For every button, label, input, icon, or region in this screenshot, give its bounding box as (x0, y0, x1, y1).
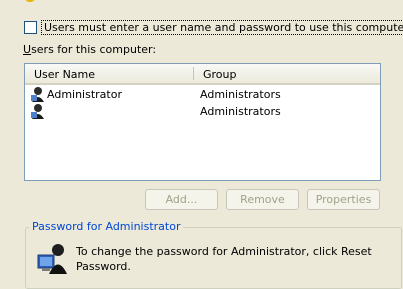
user-icon (31, 104, 44, 119)
users-label-accesskey: U (23, 43, 32, 56)
user-group: Administrators (200, 88, 281, 101)
user-group: Administrators (200, 105, 281, 118)
users-for-computer-label: Users for this computer: (23, 43, 156, 56)
properties-button[interactable]: Properties (307, 189, 380, 210)
add-button[interactable]: Add... (145, 189, 218, 210)
require-password-checkbox-row[interactable]: Users must enter a user name and passwor… (24, 19, 403, 35)
column-header-user-name[interactable]: User Name (34, 68, 95, 81)
column-header-group[interactable]: Group (203, 68, 237, 81)
user-computer-icon (37, 244, 67, 274)
require-password-checkbox-label[interactable]: Users must enter a user name and passwor… (41, 19, 403, 35)
user-icon (31, 87, 44, 102)
list-item[interactable]: Administrators (25, 103, 380, 120)
user-name: Administrator (47, 88, 122, 101)
remove-button-label: Remove (240, 193, 285, 206)
column-separator[interactable] (193, 67, 194, 80)
remove-button[interactable]: Remove (226, 189, 299, 210)
password-group-title: Password for Administrator (29, 220, 184, 233)
top-partial-content (0, 0, 403, 6)
add-button-label: Add... (165, 193, 198, 206)
list-item[interactable]: Administrator Administrators (25, 86, 380, 103)
properties-button-label: Properties (315, 193, 372, 206)
list-header: User Name Group (25, 64, 380, 85)
users-list[interactable]: User Name Group Administrator Administra… (24, 63, 381, 181)
users-label-text: sers for this computer: (31, 43, 157, 56)
password-instructions: To change the password for Administrator… (76, 245, 372, 273)
require-password-checkbox[interactable] (24, 20, 37, 34)
